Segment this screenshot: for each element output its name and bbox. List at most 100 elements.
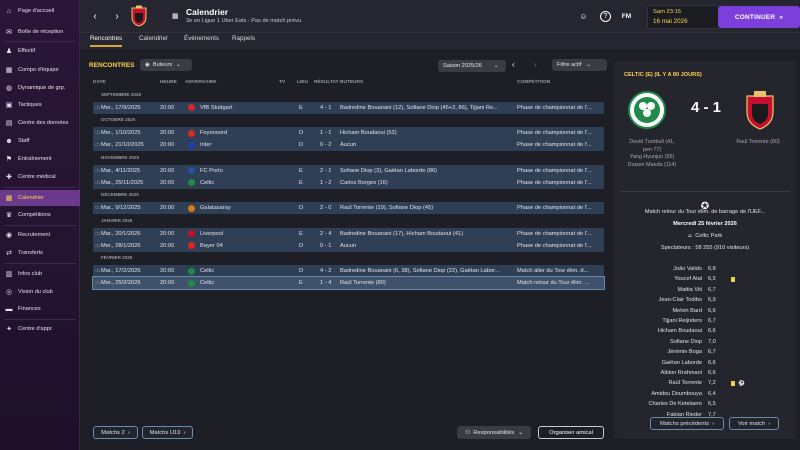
fixture-time: 20:00 [160,230,175,237]
double-chevron-right-icon: » [779,13,784,21]
tab-evenements[interactable]: Événements [184,35,219,47]
lineup-icon: ▦ [5,67,13,74]
fm-menu-icon[interactable]: FM [621,11,632,22]
fixture-competition: Match aller du Tour élim. d... [517,268,589,274]
player-name: Sofiane Diop [669,338,702,345]
fixture-row[interactable]: ▭ Mar., 20/1/2026 20:00 Liverpool E 2 - 4 Badr… [93,227,604,240]
fixture-opponent: Celtic [200,179,215,186]
tab-rappels[interactable]: Rappels [232,35,255,47]
continue-button[interactable]: CONTINUER» [718,6,800,28]
sidebar-item-finances[interactable]: ▬ Finances [0,301,80,317]
sidebar-item-club-vision[interactable]: ◎ Vision du club [0,284,80,300]
prev-season-icon[interactable]: ‹ [512,60,515,69]
player-rating-row[interactable]: Melvin Bard 6,6 [614,308,796,318]
scorers-filter-dropdown[interactable]: ◉ Buteurs ⌄ [140,59,192,71]
match-events: ⚽ [731,381,745,387]
player-name: Gaëtan Laborde [661,359,702,366]
match-summary-title: CELTIC (E) (IL Y A 80 JOURS) [624,72,702,78]
col-adversaire[interactable]: ADVERSAIRE [185,80,216,85]
sidebar-item-squad[interactable]: ♟ Effectif [0,43,80,59]
next-season-icon[interactable]: › [534,60,537,69]
player-rating-row[interactable]: Albion Rrahmani 6,6 [614,370,796,380]
sidebar-item-home[interactable]: ⌂ Page d'accueil [0,3,80,19]
player-rating-row[interactable]: Jean-Clair Todibo 6,9 [614,297,796,307]
player-rating-row[interactable]: Raúl Torrente 7,2 ⚽ [614,380,796,390]
tab-rencontres[interactable]: Rencontres [90,35,123,47]
nice-crest-logo[interactable] [744,90,776,130]
inbox-icon: ✉ [6,29,12,36]
fixture-scorers: Carlos Borges (16) [340,179,388,186]
player-rating-row[interactable]: Jérémie Boga 6,7 [614,349,796,359]
celtic-crest-logo[interactable] [628,91,666,129]
sidebar-item-transfers[interactable]: ⇄ Transferts [0,245,80,261]
sidebar-item-competitions[interactable]: ♛ Compétitions [0,207,80,223]
game-date-box[interactable]: Sam 23:15 16 mai 2026 [647,5,723,29]
responsibilities-dropdown[interactable]: ⚇ Responsabilités ⌄ [457,426,531,439]
fixture-row[interactable]: ▭ Mar., 21/10/2025 20:00 Inter D 0 - 2 Aucun Ph… [93,139,604,151]
opponent-crest-icon [188,242,195,249]
panel-divider [620,191,790,192]
sidebar-item-lineup[interactable]: ▦ Compo d'équipe [0,62,80,78]
player-rating-row[interactable]: Gaëtan Laborde 6,6 [614,360,796,370]
col-tv[interactable]: TV [279,80,285,85]
player-rating-row[interactable]: Tijjani Reijnders 6,7 [614,318,796,328]
player-rating: 7,2 [708,380,716,387]
finances-icon: ▬ [5,305,13,313]
fixture-time: 20:00 [160,142,175,148]
active-filter-dropdown[interactable]: Filtre actif ⌄ [552,59,607,71]
fixture-row[interactable]: ▭ Mer., 17/9/2025 20:00 VfB Stuttgart E 4 - 1… [93,101,604,114]
season-selector[interactable]: Saison 2025/26 ⌄ [438,60,506,72]
club-crest-logo[interactable] [130,5,148,27]
sidebar-item-medical[interactable]: ✚ Centre médical [0,169,80,185]
player-rating-row[interactable]: Mattia Viti 6,7 [614,287,796,297]
previous-matches-button[interactable]: Matchs précédents › [650,417,724,430]
help-icon[interactable]: ? [600,11,611,22]
fixture-row[interactable]: ▭ Mer., 28/1/2026 20:00 Bayer 04 D 0 - 1 Aucun… [93,239,604,252]
organise-friendly-button[interactable]: Organiser amical [538,426,604,439]
col-lieu[interactable]: LIEU [297,80,308,85]
player-rating-row[interactable]: Hicham Boudaoui 6,6 [614,328,796,338]
chevron-right-icon: › [127,429,130,436]
sidebar-item-learning[interactable]: ✦ Centre d'appr. [0,321,80,337]
sidebar-item-data-hub[interactable]: ▤ Centre des données [0,115,80,131]
player-rating-row[interactable]: Charles De Ketelaere 6,5 [614,401,796,411]
fixture-opponent: FC Porto [200,167,223,174]
home-scorers: David Turnbull (41, pen 77) Yang Hyunjun… [627,139,677,168]
fixture-row[interactable]: ▭ Mar., 17/2/2026 20:00 Celtic D 4 - 2 Badredi… [93,265,604,277]
player-rating-row[interactable]: Youcef Atal 6,5 [614,276,796,286]
player-name: Hicham Boudaoui [657,328,702,335]
sidebar-item-inbox[interactable]: ✉ Boîte de réception [0,24,80,40]
forward-arrow-icon[interactable]: › [110,9,124,23]
club-vision-icon: ◎ [5,289,13,296]
fixture-competition: Match retour du Tour élim. ... [517,280,590,286]
back-arrow-icon[interactable]: ‹ [88,9,102,23]
col-date[interactable]: DATE [93,80,106,85]
manager-icon[interactable]: ☺ [578,11,589,22]
view-match-button[interactable]: Voir match › [729,417,779,430]
fixture-row[interactable]: ▭ Mar., 4/11/2025 20:00 FC Porto E 2 - 1 Sofia… [93,164,604,177]
sidebar-item-dynamics[interactable]: ◍ Dynamique de grp. [0,80,80,96]
col-buteurs[interactable]: BUTEURS [340,80,363,85]
tab-calendrier[interactable]: Calendrier [139,35,168,47]
fixture-row[interactable]: ▭ Mar., 9/12/2025 20:00 Galatasaray D 2 - 0 Ra… [93,202,604,214]
fixture-row[interactable]: ▭ Mer., 25/2/2026 20:00 Celtic E 1 - 4 Raúl To… [92,276,605,290]
fixture-row[interactable]: ▭ Mar., 25/11/2025 20:00 Celtic E 1 - 2 Carlos… [93,176,604,189]
fixture-venue: E [299,167,303,174]
sidebar-item-calendar[interactable]: ▦ Calendrier [0,190,80,206]
match-type-icon: ▭ [95,280,101,286]
sidebar-item-training[interactable]: ⚑ Entraînement [0,151,80,167]
col-competition[interactable]: COMPÉTITION [517,80,550,85]
player-rating-row[interactable]: João Valido 6,8 [614,266,796,276]
sidebar-item-club-info[interactable]: ▥ Infos club [0,266,80,282]
matchs-2-button[interactable]: Matchs 2 › [93,426,138,439]
player-rating-row[interactable]: Sofiane Diop 7,0 [614,339,796,349]
sidebar-item-scouting[interactable]: ◉ Recrutement [0,227,80,243]
matchs-u19-button[interactable]: Matchs U19 › [142,426,193,439]
col-resultat[interactable]: RÉSULTAT [314,80,339,85]
sidebar-item-staff[interactable]: ☻ Staff [0,133,80,149]
col-heure[interactable]: HEURE [160,80,177,85]
fixture-venue: E [299,104,303,111]
fixture-row[interactable]: ▭ Mer., 1/10/2025 20:00 Feyenoord D 1 - 1 Hich… [93,127,604,139]
sidebar-item-tactics[interactable]: ▣ Tactiques [0,97,80,113]
player-rating-row[interactable]: Amidou Doumbouya 6,4 [614,391,796,401]
